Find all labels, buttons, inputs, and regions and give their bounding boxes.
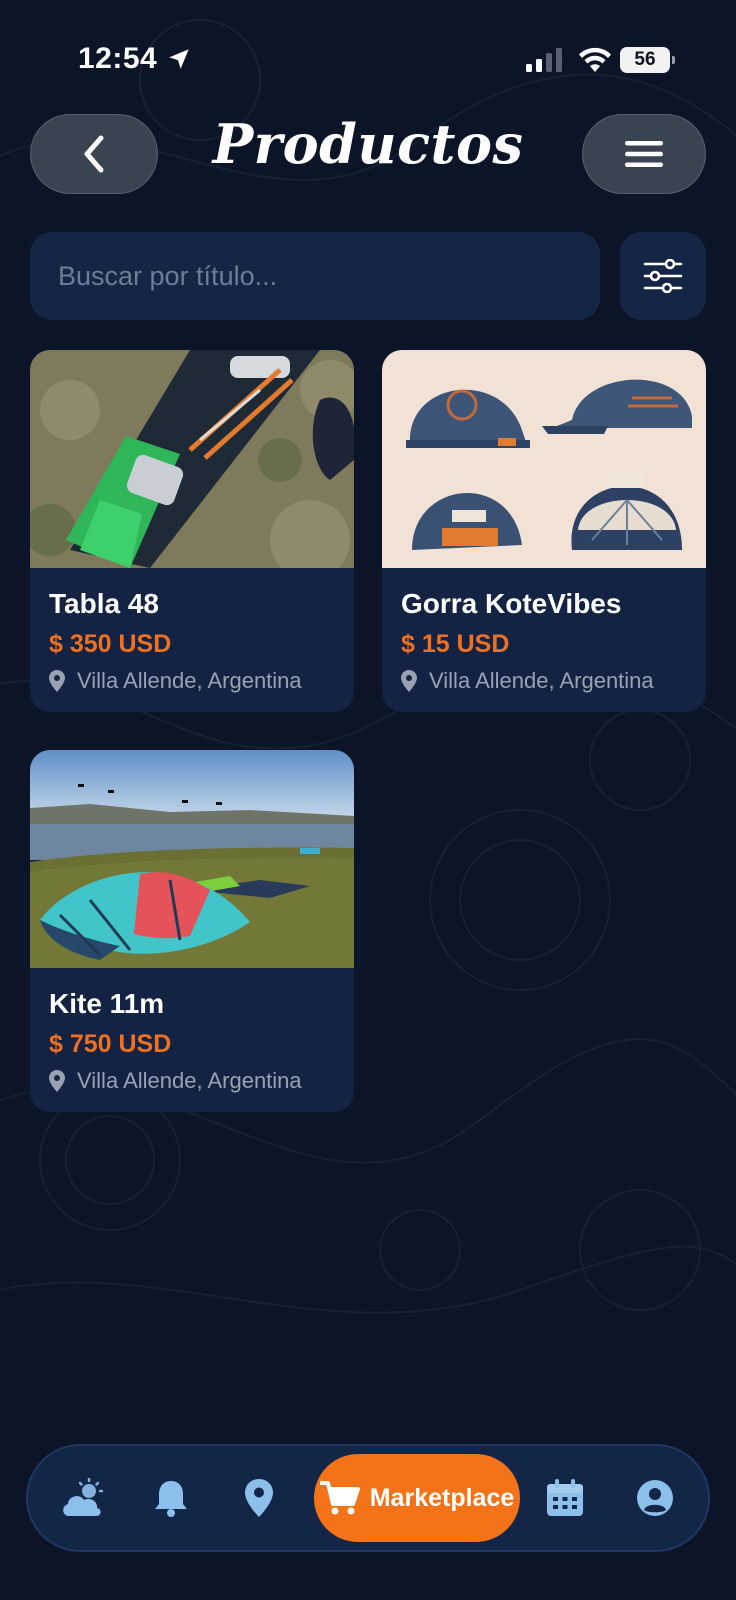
nav-calendar[interactable]	[532, 1446, 598, 1550]
product-location: Villa Allende, Argentina	[401, 668, 654, 694]
wifi-icon	[579, 47, 611, 72]
map-pin-icon	[401, 670, 417, 692]
search-box	[30, 232, 600, 320]
product-image-caps	[382, 350, 706, 568]
hamburger-menu-icon	[625, 141, 663, 167]
nav-marketplace[interactable]: Marketplace	[314, 1454, 520, 1542]
user-icon	[637, 1480, 673, 1516]
product-price: $ 15 USD	[401, 630, 510, 658]
calendar-icon	[547, 1479, 583, 1516]
nav-notifications[interactable]	[138, 1446, 204, 1550]
product-title: Gorra KoteVibes	[401, 588, 622, 619]
menu-button[interactable]	[582, 114, 706, 194]
product-card[interactable]: Tabla 48 $ 350 USD Villa Allende, Argent…	[30, 350, 354, 712]
cart-icon	[319, 1481, 360, 1515]
product-location-text: Villa Allende, Argentina	[77, 1068, 302, 1093]
bottom-nav: Marketplace	[26, 1444, 710, 1552]
nav-weather[interactable]	[50, 1446, 116, 1550]
cellular-signal-icon	[526, 48, 562, 72]
map-pin-icon	[49, 670, 65, 692]
location-arrow-icon	[169, 49, 189, 69]
product-price: $ 350 USD	[49, 630, 172, 658]
weather-icon	[63, 1478, 104, 1516]
map-pin-icon	[49, 1070, 65, 1092]
product-card[interactable]: Kite 11m $ 750 USD Villa Allende, Argent…	[30, 750, 354, 1112]
nav-map[interactable]	[226, 1446, 292, 1550]
product-price: $ 750 USD	[49, 1030, 172, 1058]
map-pin-icon	[245, 1479, 273, 1517]
product-location-text: Villa Allende, Argentina	[429, 668, 654, 693]
status-time: 12:54	[78, 42, 158, 75]
product-title: Tabla 48	[49, 588, 159, 619]
nav-marketplace-label: Marketplace	[369, 1483, 515, 1512]
filter-button[interactable]	[620, 232, 706, 320]
product-location: Villa Allende, Argentina	[49, 668, 302, 694]
product-title: Kite 11m	[49, 988, 165, 1019]
sliders-icon	[643, 259, 683, 293]
product-location-text: Villa Allende, Argentina	[77, 668, 302, 693]
bell-icon	[155, 1481, 187, 1517]
battery-indicator: 56	[620, 47, 675, 73]
nav-profile[interactable]	[622, 1446, 688, 1550]
product-location: Villa Allende, Argentina	[49, 1068, 302, 1094]
product-image-kiteboard	[30, 350, 354, 568]
search-input[interactable]	[58, 260, 600, 292]
product-card[interactable]: Gorra KoteVibes $ 15 USD Villa Allende, …	[382, 350, 706, 712]
product-image-kite	[30, 750, 354, 968]
status-bar: 12:54 56	[0, 0, 736, 110]
